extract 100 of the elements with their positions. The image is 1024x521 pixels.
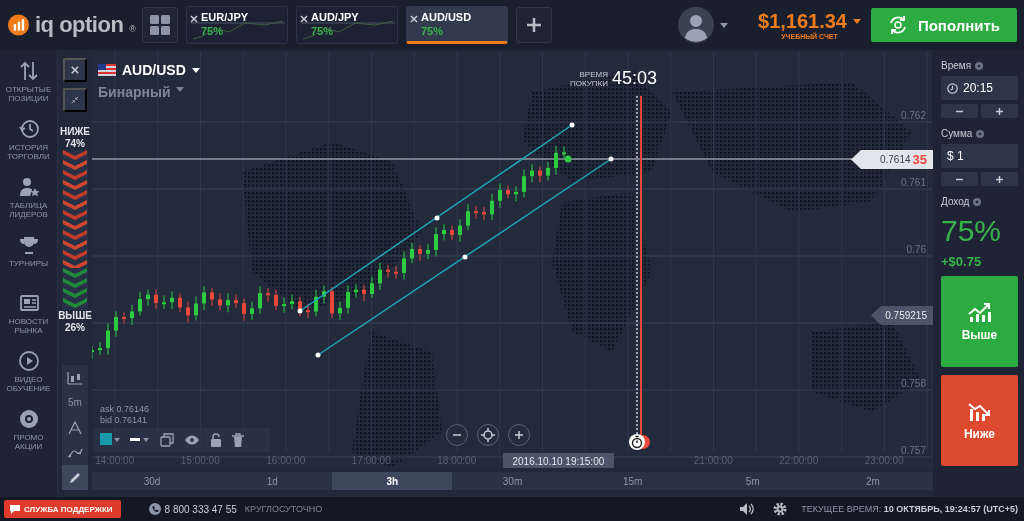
sidebar-item[interactable]: ВИДЕО ОБУЧЕНИЕ	[0, 346, 58, 404]
sidebar-item[interactable]: ИСТОРИЯ ТОРГОВЛИ	[0, 114, 58, 172]
timeframe-tab[interactable]: 2m	[812, 472, 933, 490]
timeframe-tab[interactable]: 30m	[452, 472, 573, 490]
candle	[394, 265, 398, 280]
close-icon[interactable]	[300, 15, 308, 23]
candle	[154, 288, 158, 310]
candle	[538, 166, 542, 183]
expiry-time-field[interactable]: 20:15	[941, 76, 1018, 100]
caret-icon[interactable]	[853, 19, 861, 24]
asset-grid-button[interactable]	[142, 7, 178, 43]
trash-icon[interactable]	[232, 433, 244, 447]
account-balance[interactable]: $1,161.34	[758, 10, 847, 33]
currency-exchange-icon	[887, 15, 908, 35]
candle	[442, 223, 446, 241]
candle	[218, 292, 222, 311]
unlocked-padlock-icon[interactable]	[210, 433, 222, 447]
deposit-button[interactable]: Пополнить	[871, 8, 1017, 42]
current-price-dot	[564, 155, 572, 163]
price-tick: 0.76	[906, 244, 926, 255]
down-percent: 74%	[65, 138, 85, 150]
pencil-icon	[68, 470, 82, 485]
chart-tool-button[interactable]	[62, 465, 88, 490]
candle	[226, 292, 230, 313]
add-asset-button[interactable]	[516, 7, 552, 43]
ask-quote: ask 0.76146	[100, 404, 150, 415]
sidebar-item[interactable]: ОТКРЫТЫЕ ПОЗИЦИИ	[0, 56, 58, 114]
candle	[522, 168, 526, 198]
chat-bubble-icon	[10, 504, 20, 514]
candle	[282, 296, 286, 314]
increase-time-button[interactable]	[981, 104, 1018, 118]
timeframe-tab[interactable]: 1d	[212, 472, 333, 490]
indicator-icon	[68, 420, 82, 435]
timeframe-tab[interactable]: 3h	[332, 472, 453, 490]
color-swatch-icon[interactable]	[100, 433, 120, 447]
amount-field[interactable]: $ 1	[941, 144, 1018, 168]
option-type-selector[interactable]: Бинарный	[98, 84, 171, 100]
close-icon	[71, 65, 79, 75]
up-sentiment-fill	[62, 268, 88, 309]
asset-tab[interactable]: EUR/JPY 75%	[186, 6, 288, 44]
asset-tab[interactable]: AUD/USD 75%	[406, 6, 508, 44]
timeframe-tab[interactable]: 5m	[692, 472, 813, 490]
sidebar-item[interactable]: ПРОМО АКЦИИ	[0, 404, 58, 462]
collapse-button[interactable]	[63, 88, 87, 112]
candle	[506, 184, 510, 199]
eye-icon[interactable]	[184, 434, 200, 446]
sidebar-item[interactable]: ТАБЛИЦА ЛИДЕРОВ	[0, 172, 58, 230]
down-label: НИЖЕ	[59, 126, 91, 138]
candle	[210, 287, 214, 307]
asset-pair: AUD/JPY	[311, 11, 360, 23]
price-marker: 0.759215	[871, 306, 933, 325]
support-button[interactable]: СЛУЖБА ПОДДЕРЖКИ	[4, 500, 121, 518]
price-tick: 0.761	[900, 177, 926, 188]
timeframe-tab[interactable]: 30d	[92, 472, 213, 490]
person-star-icon	[17, 176, 40, 198]
help-icon[interactable]	[975, 61, 984, 70]
payout-percent: 75%	[421, 25, 445, 37]
support-phone[interactable]: 8 800 333 47 55	[164, 503, 237, 515]
candlestick-icon	[67, 370, 83, 385]
settings-icon[interactable]	[773, 502, 788, 516]
plus-icon	[996, 175, 1003, 183]
candle	[250, 301, 254, 321]
call-button[interactable]: Выше	[941, 276, 1018, 367]
copy-icon[interactable]	[160, 433, 174, 447]
flag-icon	[98, 64, 116, 76]
chart-tool-button[interactable]: 5m	[62, 390, 88, 415]
asset-selector[interactable]: AUD/USD	[122, 62, 186, 78]
close-icon[interactable]	[190, 15, 198, 23]
candle	[354, 283, 358, 299]
help-icon[interactable]	[973, 197, 982, 206]
sidebar-item[interactable]: ТУРНИРЫ	[0, 230, 58, 288]
candle	[98, 341, 102, 356]
trend-channel[interactable]	[297, 122, 614, 358]
plus-icon	[514, 430, 524, 440]
amount-label: Сумма	[941, 128, 973, 139]
candle	[306, 303, 310, 319]
candle	[178, 292, 182, 313]
put-button[interactable]: Ниже	[941, 375, 1018, 466]
caret-icon[interactable]	[191, 67, 200, 73]
candle	[386, 264, 390, 278]
logo-icon	[8, 12, 29, 38]
sidebar-item[interactable]: НОВОСТИ РЫНКА	[0, 288, 58, 346]
candle	[122, 311, 126, 325]
asset-pair: AUD/USD	[421, 11, 473, 23]
candle	[490, 193, 494, 221]
close-icon[interactable]	[410, 15, 418, 23]
speaker-icon[interactable]	[739, 502, 756, 516]
income-value: +$0.75	[941, 254, 983, 269]
asset-tab[interactable]: AUD/JPY 75%	[296, 6, 398, 44]
help-icon[interactable]	[976, 129, 985, 138]
newspaper-icon	[17, 292, 40, 314]
increase-amount-button[interactable]	[981, 172, 1018, 186]
candle	[146, 289, 150, 307]
asset-pair: EUR/JPY	[201, 11, 250, 23]
plus-icon	[526, 17, 542, 33]
avatar-icon[interactable]	[678, 7, 714, 43]
time-tick: 17:00:00	[351, 454, 391, 466]
timeframe-tab[interactable]: 15m	[572, 472, 693, 490]
close-chart-button[interactable]	[63, 58, 87, 82]
current-time: ТЕКУЩЕЕ ВРЕМЯ: 10 ОКТЯБРЬ, 19:24:57 (UTC+5)	[801, 504, 1018, 514]
